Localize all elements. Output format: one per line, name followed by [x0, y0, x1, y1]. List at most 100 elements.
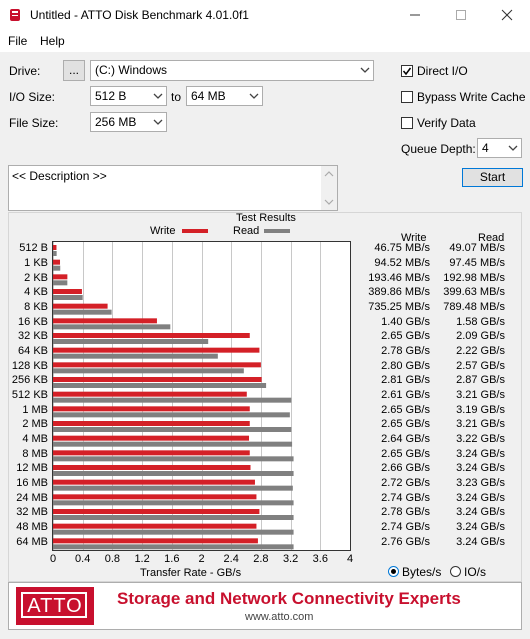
- x-tick-label: 1.6: [164, 553, 180, 565]
- minimize-button[interactable]: [392, 0, 438, 30]
- write-bar: [53, 450, 250, 456]
- row-label: 128 KB: [11, 359, 48, 372]
- bypass-write-cache-checkbox[interactable]: [401, 91, 413, 103]
- write-value: 193.46 MB/s: [368, 271, 430, 284]
- read-bar: [53, 383, 267, 388]
- write-bar: [53, 523, 257, 529]
- legend-write-swatch: [182, 229, 208, 233]
- maximize-button[interactable]: [438, 0, 484, 30]
- read-bar: [53, 427, 292, 432]
- write-bar: [53, 289, 82, 294]
- write-value: 735.25 MB/s: [368, 301, 430, 313]
- verify-data-checkbox[interactable]: [401, 117, 413, 129]
- row-label: 512 B: [19, 242, 48, 255]
- read-bar: [53, 295, 83, 300]
- radio-dot: [391, 569, 396, 574]
- io-to-label: to: [171, 90, 182, 104]
- row-label: 32 KB: [18, 330, 48, 343]
- row-label: 256 KB: [11, 374, 48, 387]
- row-label: 32 MB: [16, 506, 48, 519]
- read-bar: [53, 456, 294, 462]
- banner-url: www.atto.com: [245, 611, 314, 623]
- row-label: 24 MB: [16, 491, 48, 504]
- write-value: 2.80 GB/s: [381, 359, 430, 372]
- drive-browse-button[interactable]: ...: [63, 60, 85, 81]
- verify-data-label: Verify Data: [417, 116, 476, 130]
- description-textarea[interactable]: << Description >>: [8, 165, 338, 211]
- write-bar: [53, 509, 260, 514]
- read-bar: [53, 485, 293, 491]
- queue-depth-select[interactable]: 4: [477, 138, 522, 158]
- io-to-select[interactable]: 64 MB: [186, 86, 263, 106]
- queue-depth-label: Queue Depth:: [401, 142, 476, 156]
- file-size-select[interactable]: 256 MB: [90, 112, 167, 132]
- read-value: 3.24 GB/s: [456, 521, 505, 533]
- atto-banner[interactable]: ATTO Storage and Network Connectivity Ex…: [8, 582, 522, 630]
- scroll-up-icon: [324, 171, 334, 177]
- checkmark-icon: [402, 67, 412, 76]
- write-bar: [53, 538, 258, 544]
- write-value: 2.65 GB/s: [381, 418, 430, 431]
- description-scrollbar[interactable]: [321, 166, 337, 210]
- write-bar: [53, 479, 255, 485]
- write-bar: [53, 274, 68, 280]
- write-value: 1.40 GB/s: [381, 315, 430, 328]
- chevron-down-icon: [508, 145, 518, 151]
- legend-read-swatch: [264, 229, 290, 233]
- chevron-down-icon: [153, 93, 163, 99]
- legend-read-label: Read: [233, 225, 260, 237]
- drive-value: (C:) Windows: [95, 63, 168, 77]
- row-label: 16 KB: [18, 315, 48, 328]
- write-bar: [53, 318, 157, 324]
- row-label: 8 KB: [24, 301, 48, 313]
- queue-depth-value: 4: [482, 141, 489, 155]
- bytes-radio-label: Bytes/s: [402, 565, 442, 579]
- x-tick-label: 2: [198, 553, 205, 565]
- read-value: 2.87 GB/s: [456, 374, 505, 387]
- atto-logo: ATTO: [16, 587, 94, 625]
- menu-help[interactable]: Help: [40, 34, 65, 48]
- write-value: 2.74 GB/s: [381, 521, 430, 533]
- write-value: 2.78 GB/s: [381, 345, 430, 357]
- write-bar: [53, 465, 251, 470]
- write-value: 2.61 GB/s: [381, 389, 430, 401]
- io-from-select[interactable]: 512 B: [90, 86, 167, 106]
- row-label: 64 MB: [16, 535, 48, 548]
- start-button[interactable]: Start: [462, 168, 523, 187]
- menu-file[interactable]: File: [8, 34, 27, 48]
- banner-tagline: Storage and Network Connectivity Experts: [117, 589, 461, 608]
- chart-plot-area: [52, 241, 351, 551]
- row-label: 1 KB: [24, 257, 48, 269]
- row-label: 48 MB: [16, 521, 48, 533]
- close-button[interactable]: [484, 0, 530, 30]
- maximize-icon: [456, 10, 466, 20]
- read-bar: [53, 324, 171, 330]
- read-value: 2.09 GB/s: [456, 330, 505, 343]
- write-bar: [53, 303, 108, 309]
- io-radio[interactable]: [450, 566, 461, 577]
- write-bar: [53, 333, 250, 338]
- read-value: 1.58 GB/s: [456, 315, 505, 328]
- read-value: 3.22 GB/s: [456, 433, 505, 445]
- window-title: Untitled - ATTO Disk Benchmark 4.01.0f1: [30, 8, 249, 22]
- row-label: 16 MB: [16, 477, 48, 489]
- read-value: 399.63 MB/s: [443, 286, 505, 299]
- bytes-radio[interactable]: [388, 566, 399, 577]
- read-bar: [53, 265, 61, 271]
- row-label: 64 KB: [18, 345, 48, 357]
- write-value: 2.65 GB/s: [381, 330, 430, 343]
- drive-select[interactable]: (C:) Windows: [90, 60, 374, 81]
- minimize-icon: [410, 14, 420, 16]
- io-from-value: 512 B: [95, 89, 127, 103]
- read-bar: [53, 353, 218, 359]
- read-value: 2.57 GB/s: [456, 359, 505, 372]
- row-label: 512 KB: [11, 389, 48, 401]
- app-icon: [10, 9, 20, 21]
- read-bar: [53, 309, 112, 315]
- read-bar: [53, 544, 294, 550]
- direct-io-checkbox[interactable]: [401, 65, 413, 77]
- x-tick-label: 0.4: [75, 553, 91, 565]
- write-bar: [53, 259, 61, 265]
- read-bar: [53, 280, 68, 286]
- write-value: 2.78 GB/s: [381, 506, 430, 519]
